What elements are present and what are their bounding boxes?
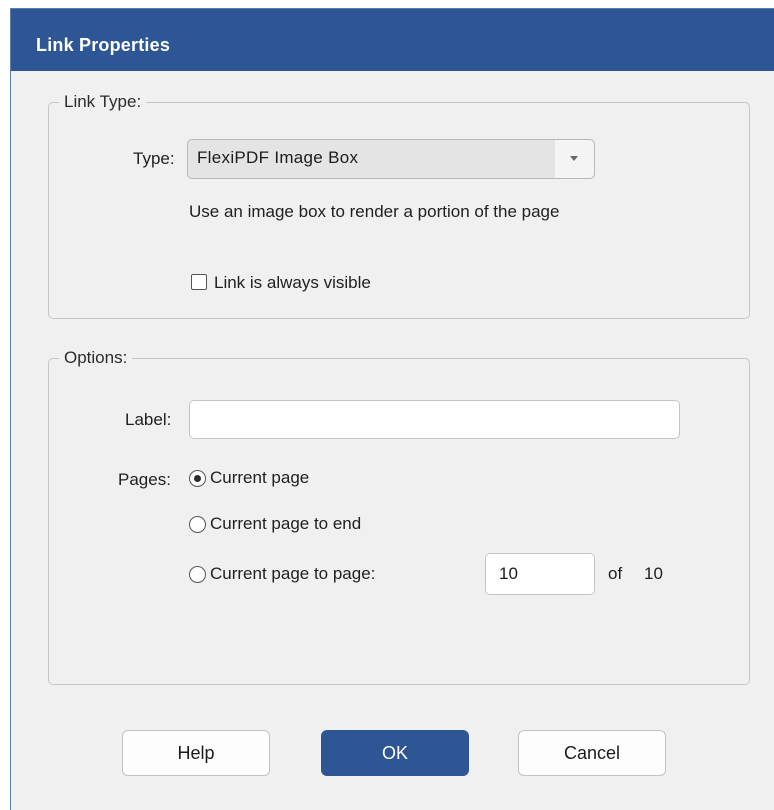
- always-visible-label[interactable]: Link is always visible: [214, 272, 371, 294]
- type-dropdown-arrow[interactable]: [554, 140, 594, 178]
- dialog-title: Link Properties: [36, 35, 171, 55]
- pages-label: Pages:: [118, 470, 171, 489]
- of-label: of: [608, 564, 623, 583]
- type-dropdown-value: FlexiPDF Image Box: [197, 148, 359, 167]
- radio-current-page-to-page-label[interactable]: Current page to page:: [210, 563, 375, 585]
- cancel-button[interactable]: Cancel: [518, 730, 666, 776]
- link-properties-dialog: Link Properties Link Type: Type: FlexiPD…: [10, 8, 774, 810]
- radio-current-page-to-page[interactable]: [189, 566, 206, 583]
- to-page-value: 10: [499, 564, 518, 583]
- radio-current-page[interactable]: [189, 470, 206, 487]
- to-page-input[interactable]: 10: [485, 553, 595, 595]
- radio-selected-dot: [194, 475, 201, 482]
- label-field-label: Label:: [125, 410, 172, 429]
- radio-current-page-to-end[interactable]: [189, 516, 206, 533]
- radio-current-page-to-end-label[interactable]: Current page to end: [210, 513, 361, 535]
- options-legend: Options:: [59, 347, 133, 369]
- total-pages-value: 10: [644, 564, 663, 583]
- title-bar: Link Properties: [11, 9, 774, 71]
- help-button[interactable]: Help: [122, 730, 270, 776]
- link-type-legend: Link Type:: [59, 91, 147, 113]
- chevron-down-icon: [570, 156, 578, 161]
- always-visible-checkbox[interactable]: [191, 274, 207, 290]
- type-label: Type:: [133, 149, 175, 168]
- radio-current-page-label[interactable]: Current page: [210, 467, 309, 489]
- type-dropdown[interactable]: FlexiPDF Image Box: [187, 139, 595, 179]
- link-type-description: Use an image box to render a portion of …: [189, 202, 560, 221]
- label-input[interactable]: [189, 400, 680, 439]
- ok-button[interactable]: OK: [321, 730, 469, 776]
